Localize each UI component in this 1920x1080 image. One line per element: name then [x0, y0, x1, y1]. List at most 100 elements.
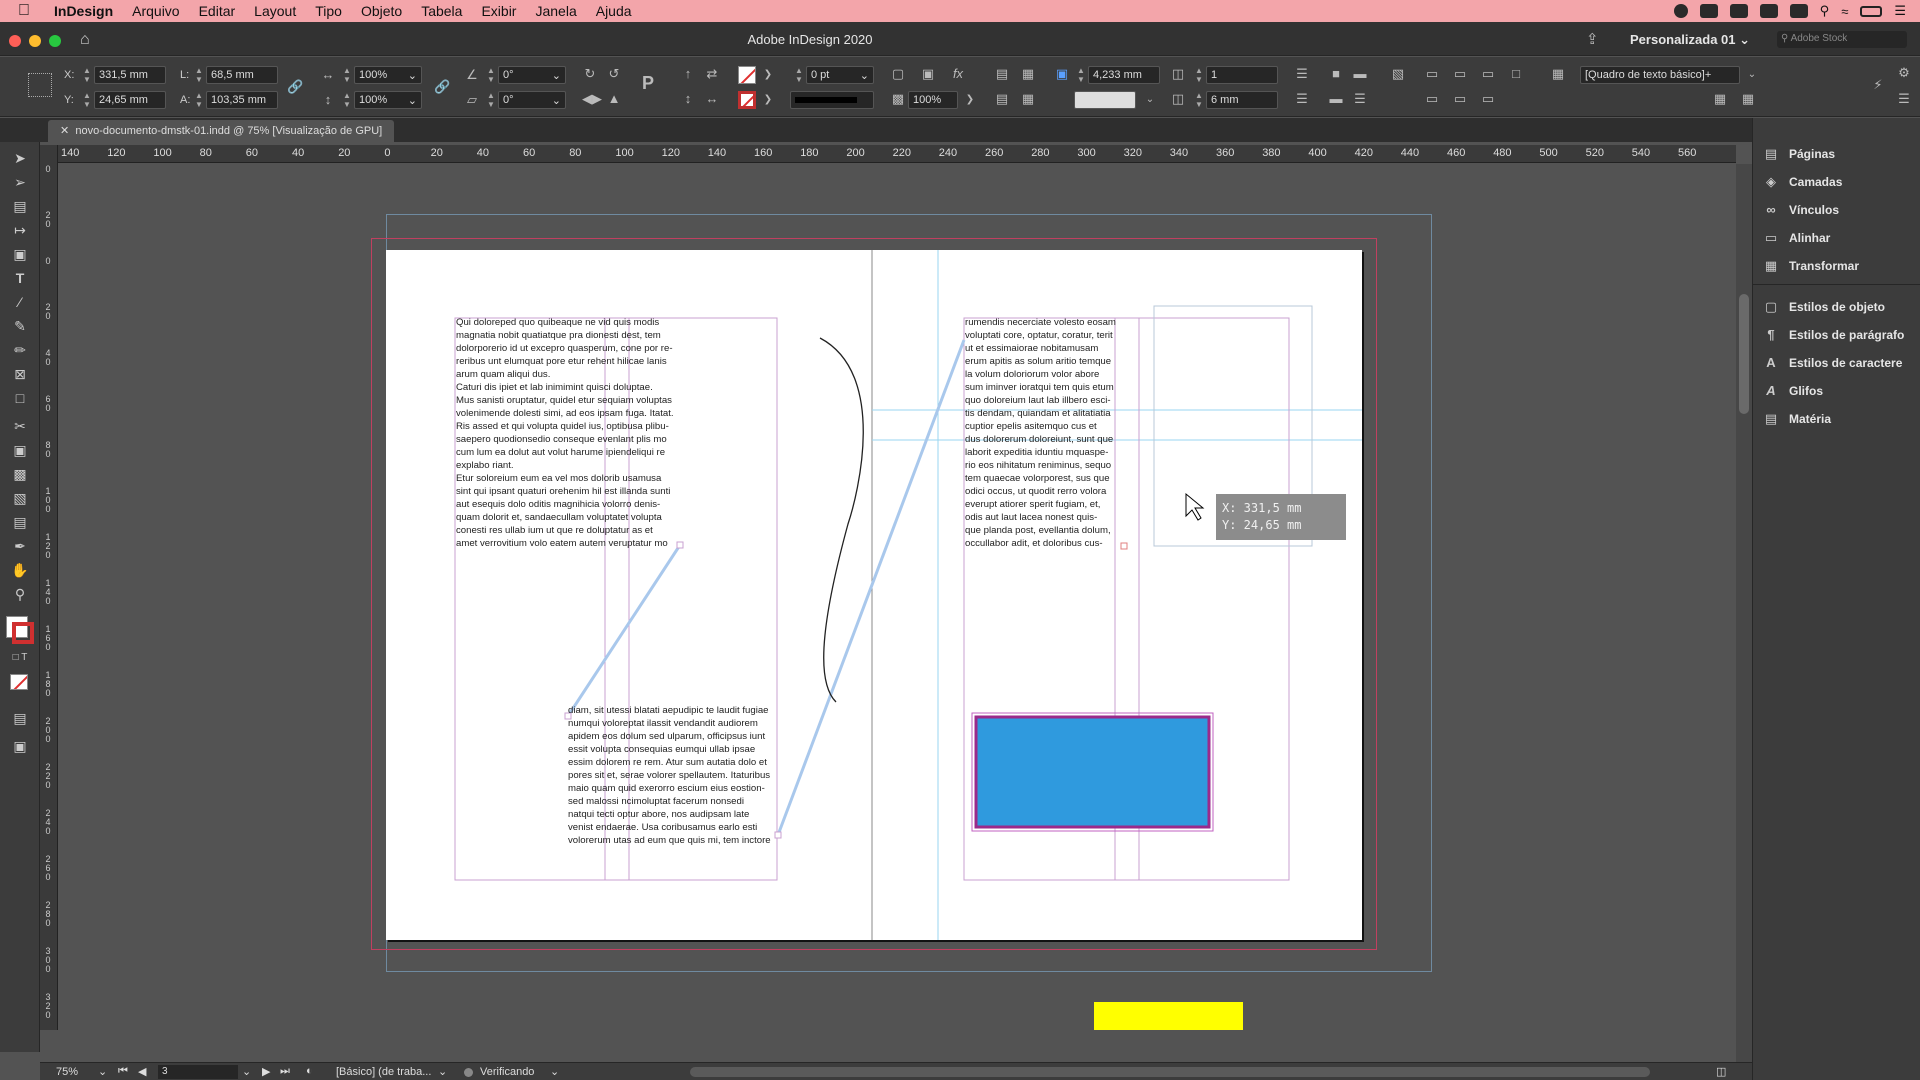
select-previous-icon[interactable]: ↕ [680, 91, 696, 107]
y-stepper[interactable]: ▲ ▼ [82, 91, 92, 109]
bezier-path[interactable] [819, 337, 864, 703]
quick-apply-icon[interactable]: ▦ [1550, 66, 1566, 82]
fill-menu-icon[interactable]: ❯ [760, 67, 776, 83]
rectangle-tool-icon[interactable]: □ [9, 388, 31, 408]
text-frame-left-bottom[interactable]: diam, sit utessi blatati aepudipic te la… [568, 704, 771, 847]
rectangle-frame-tool-icon[interactable]: ⊠ [9, 364, 31, 384]
opacity-field[interactable]: 100% [908, 91, 958, 109]
fill-swatch[interactable] [738, 66, 756, 84]
workspace-status[interactable]: [Básico] (de traba... [336, 1066, 431, 1078]
hand-tool-icon[interactable]: ✋ [9, 560, 31, 580]
proxy-p-icon[interactable]: P [640, 74, 656, 92]
menu-objeto[interactable]: Objeto [361, 3, 402, 19]
out-port-2[interactable] [774, 831, 782, 839]
select-next-icon[interactable]: ↔ [704, 91, 720, 107]
menu-tabela[interactable]: Tabela [421, 3, 462, 19]
object-style-menu-icon[interactable]: ⌄ [1744, 67, 1760, 83]
x-stepper[interactable]: ▲ ▼ [82, 66, 92, 84]
width-field[interactable]: 68,5 mm [206, 66, 278, 84]
menu-editar[interactable]: Editar [199, 3, 236, 19]
scissors-tool-icon[interactable]: ✂ [9, 416, 31, 436]
close-tab-icon[interactable]: ✕ [60, 125, 69, 137]
y-field[interactable]: 24,65 mm [94, 91, 166, 109]
control-center-icon[interactable]: ☰ [1894, 3, 1906, 19]
scale-y-field[interactable]: 100% ⌄ [354, 91, 422, 109]
gear-icon[interactable]: ⚙ [1896, 65, 1912, 81]
screen-mode-icon[interactable]: ▤ [9, 708, 31, 728]
next-page-icon[interactable]: ▶ [262, 1065, 270, 1078]
columns-field[interactable]: 1 [1206, 66, 1278, 84]
angle-stepper[interactable]: ▲ ▼ [486, 66, 496, 84]
page-menu-icon[interactable]: ⌄ [242, 1065, 251, 1078]
stroke-weight-stepper[interactable]: ▲ ▼ [794, 66, 804, 84]
angle-field[interactable]: 0° ⌄ [498, 66, 566, 84]
flip-horizontal-icon[interactable]: ◀▶ [582, 91, 602, 107]
constrain-scale-icon[interactable]: 🔗 [434, 79, 450, 95]
x-field[interactable]: 331,5 mm [94, 66, 166, 84]
yellow-rectangle[interactable] [1094, 1002, 1243, 1030]
text-frame-left-top[interactable]: Qui doloreped quo quibeaque ne vid quis … [456, 316, 674, 550]
scale-x-field[interactable]: 100% ⌄ [354, 66, 422, 84]
stroke-menu-icon[interactable]: ❯ [760, 92, 776, 108]
split-window-icon[interactable]: ◫ [1716, 1065, 1726, 1078]
shear-stepper[interactable]: ▲ ▼ [486, 91, 496, 109]
text-wrap-box-icon[interactable]: ▦ [1020, 66, 1036, 82]
blue-rectangle[interactable] [974, 715, 1211, 829]
share-icon[interactable]: ⇪ [1586, 30, 1599, 48]
line-tool-icon[interactable]: ⁄ [9, 292, 31, 312]
stroke-type-select[interactable] [790, 91, 874, 109]
page-tool-icon[interactable]: ▤ [9, 196, 31, 216]
panel-estilos-paragrafo[interactable]: ¶ Estilos de parágrafo [1763, 327, 1904, 343]
align-top-icon[interactable]: ▤ [994, 91, 1010, 107]
pen-tool-icon[interactable]: ✎ [9, 316, 31, 336]
first-page-icon[interactable]: ⏮ [118, 1065, 128, 1078]
panel-estilos-objeto[interactable]: ▢ Estilos de objeto [1763, 299, 1885, 315]
panel-glifos[interactable]: A Glifos [1763, 383, 1823, 399]
formatting-affects-container-icon[interactable]: □ T [9, 648, 31, 668]
preflight-menu-icon[interactable]: ⌄ [550, 1065, 559, 1078]
creative-cloud-icon[interactable] [1729, 4, 1748, 18]
fx-icon[interactable]: fx [950, 66, 966, 82]
menu-layout[interactable]: Layout [254, 3, 296, 19]
reference-point-icon[interactable] [28, 73, 52, 97]
align-top-edges-icon[interactable]: ▭ [1424, 91, 1440, 107]
opacity-menu-icon[interactable]: ❯ [962, 92, 978, 108]
menu-arquivo[interactable]: Arquivo [132, 3, 179, 19]
gap-tool-icon[interactable]: ↦ [9, 220, 31, 240]
align-center-icon[interactable]: ▦ [1020, 91, 1036, 107]
lightning-icon[interactable]: ⚡ [1870, 77, 1886, 93]
rotate-ccw-icon[interactable]: ↺ [606, 66, 622, 82]
menu-app[interactable]: InDesign [54, 3, 113, 19]
panel-estilos-caractere[interactable]: A Estilos de caractere [1763, 355, 1902, 371]
adobe-stock-search[interactable]: ⚲ Adobe Stock [1777, 31, 1907, 48]
workspace-switcher[interactable]: Personalizada 01 ⌄ [1630, 32, 1750, 48]
vertical-justify-center-icon[interactable]: ▬ [1352, 66, 1368, 82]
style-options-icon[interactable]: ▦ [1740, 91, 1756, 107]
horizontal-ruler[interactable]: 140 120 100 80 60 40 20 0 20 40 60 80 100 120 140 160 18… [58, 145, 1736, 163]
auto-fit-icon[interactable]: ▣ [1054, 66, 1070, 82]
balance-columns-icon[interactable]: ☰ [1294, 66, 1310, 82]
panel-materia[interactable]: ▤ Matéria [1763, 411, 1831, 427]
apply-none-icon[interactable] [10, 674, 28, 690]
menu-janela[interactable]: Janela [535, 3, 576, 19]
text-wrap-none-icon[interactable]: ▤ [994, 66, 1010, 82]
vertical-justify-full-icon[interactable]: ☰ [1352, 91, 1368, 107]
align-vertical-centers-icon[interactable]: ▭ [1452, 91, 1468, 107]
columns-stepper[interactable]: ▲ ▼ [1194, 66, 1204, 84]
height-field[interactable]: 103,35 mm [206, 91, 278, 109]
vertical-justify-top-icon[interactable]: ■ [1328, 66, 1344, 82]
gradient-feather-tool-icon[interactable]: ▧ [9, 488, 31, 508]
flip-vertical-icon[interactable]: ▲ [606, 91, 622, 107]
shear-field[interactable]: 0° ⌄ [498, 91, 566, 109]
record-icon[interactable] [1673, 4, 1688, 18]
menu-ajuda[interactable]: Ajuda [596, 3, 632, 19]
stroke-proxy-icon[interactable] [12, 622, 34, 644]
align-horizontal-centers-icon[interactable]: ▭ [1452, 66, 1468, 82]
document-tab[interactable]: ✕ novo-documento-dmstk-01.indd @ 75% [Vi… [48, 120, 395, 142]
out-port-1[interactable] [676, 541, 684, 549]
vertical-ruler[interactable]: 0 2 0 0 2 0 4 0 6 0 8 0 1 0 0 1 2 0 1 4 0 1 6 0 1 8… [40, 145, 58, 1030]
constrain-proportions-icon[interactable]: 🔗 [287, 79, 303, 95]
menu-tipo[interactable]: Tipo [315, 3, 342, 19]
last-page-icon[interactable]: ⏭ [280, 1065, 290, 1078]
apple-icon[interactable]:  [18, 3, 40, 19]
